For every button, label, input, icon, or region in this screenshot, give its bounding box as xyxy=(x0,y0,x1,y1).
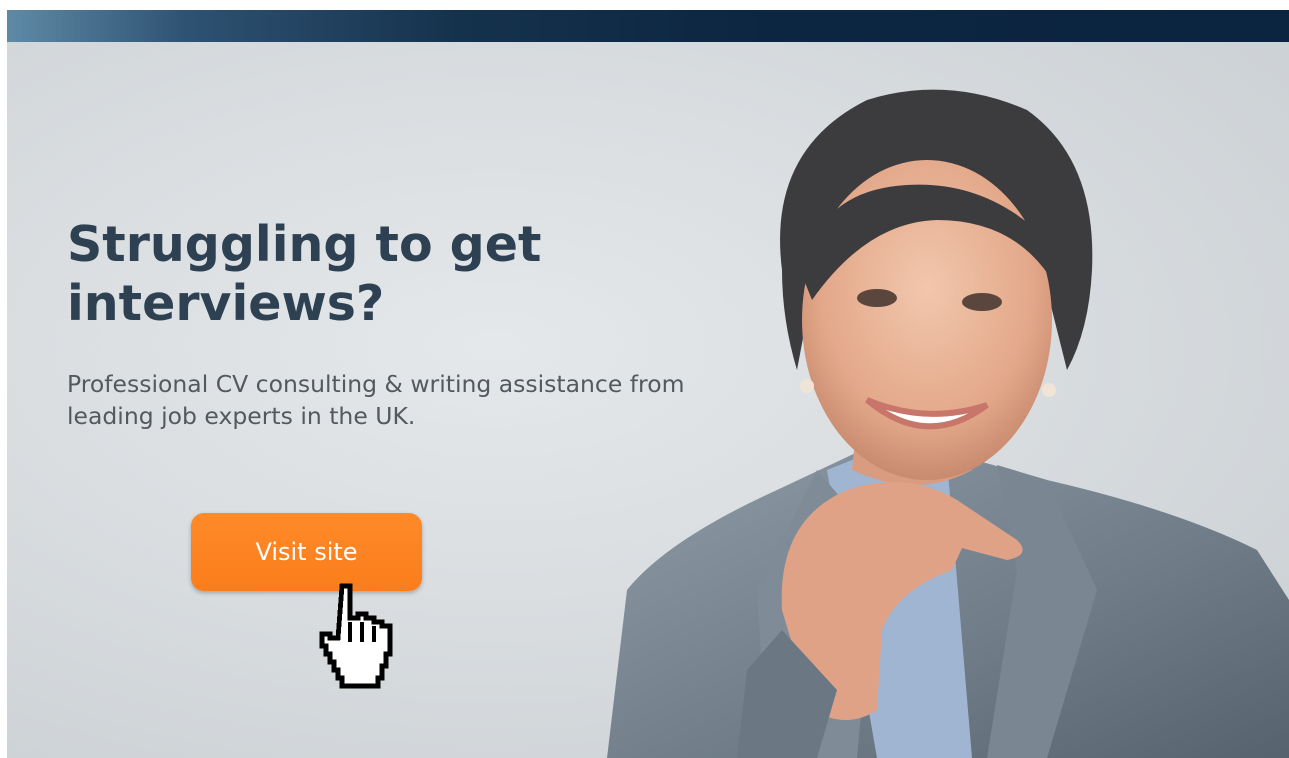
ad-banner[interactable]: Struggling to get interviews? Profession… xyxy=(7,10,1289,758)
subtext: Professional CV consulting & writing ass… xyxy=(67,370,685,431)
top-bar xyxy=(7,10,1289,42)
hand-pointer-icon xyxy=(319,583,393,689)
headline: Struggling to get interviews? xyxy=(67,216,542,333)
visit-site-button[interactable]: Visit site xyxy=(191,513,422,591)
